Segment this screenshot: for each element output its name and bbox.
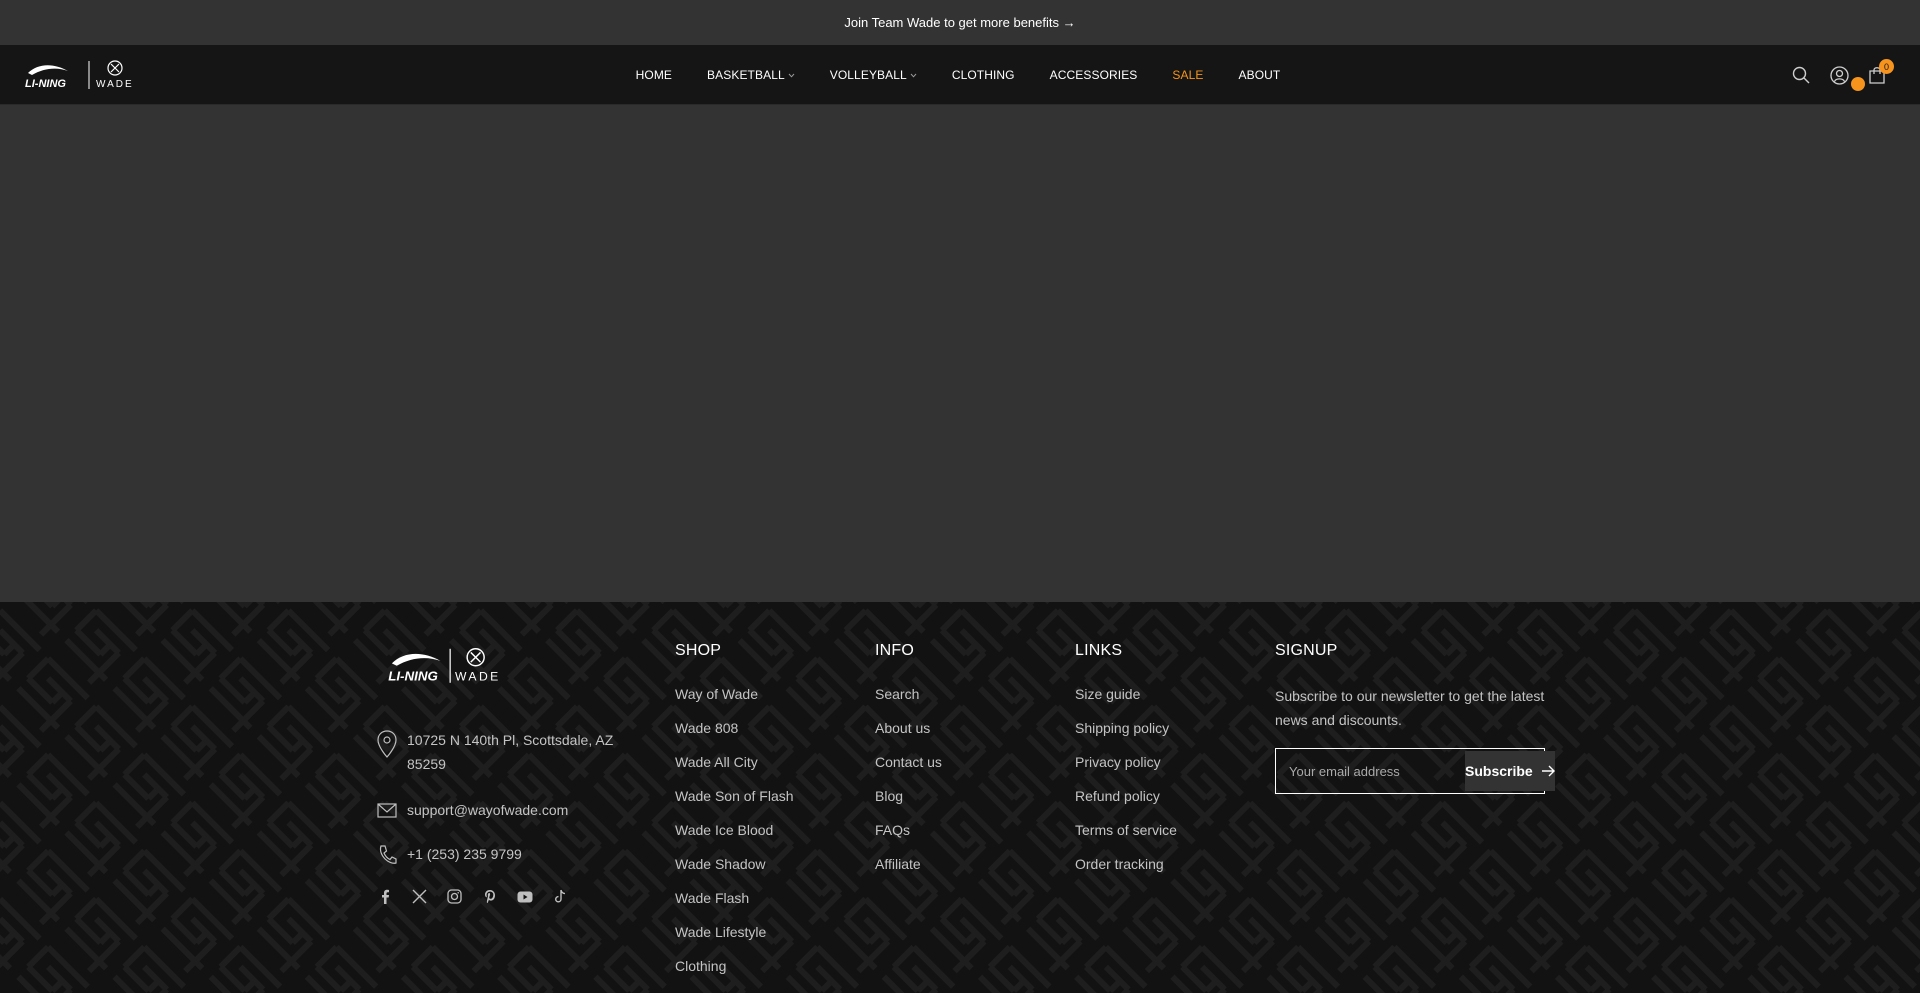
- site-header: LI-NING WADE HOME BASKETBALL VOLLEYBALL CLO…: [0, 45, 1920, 105]
- arrow-right-icon: [1541, 765, 1555, 777]
- shop-link[interactable]: Wade All City: [675, 752, 794, 786]
- account-icon: [1829, 65, 1849, 85]
- chevron-down-icon: [910, 73, 917, 78]
- svg-text:LI-NING: LI-NING: [388, 668, 438, 683]
- phone-link[interactable]: +1 (253) 235 9799: [407, 842, 522, 866]
- shop-link[interactable]: Wade 808: [675, 718, 794, 752]
- nav-item-about[interactable]: ABOUT: [1221, 68, 1298, 82]
- shop-heading: SHOP: [675, 642, 722, 659]
- nav-item-volleyball[interactable]: VOLLEYBALL: [812, 68, 934, 82]
- footer-address: 10725 N 140th Pl, Scottsdale, AZ 85259: [377, 728, 622, 776]
- nav-item-clothing[interactable]: CLOTHING: [934, 68, 1032, 82]
- nav-item-label: BASKETBALL: [707, 68, 785, 82]
- policy-link[interactable]: Order tracking: [1075, 854, 1177, 888]
- facebook-icon[interactable]: [375, 887, 394, 906]
- brand-logo[interactable]: LI-NING WADE: [24, 59, 136, 91]
- info-link[interactable]: Contact us: [875, 752, 942, 786]
- info-link[interactable]: FAQs: [875, 820, 942, 854]
- info-link[interactable]: Blog: [875, 786, 942, 820]
- links-heading: LINKS: [1075, 642, 1123, 659]
- address-text: 10725 N 140th Pl, Scottsdale, AZ 85259: [407, 732, 614, 772]
- signup-heading: SIGNUP: [1275, 642, 1338, 659]
- nav-item-accessories[interactable]: ACCESSORIES: [1032, 68, 1155, 82]
- nav-item-label: SALE: [1172, 68, 1204, 82]
- footer-background-pattern: [0, 602, 1920, 993]
- main-nav: HOME BASKETBALL VOLLEYBALL CLOTHING ACCESSOR…: [0, 45, 1920, 105]
- tiktok-icon[interactable]: [550, 887, 569, 906]
- policy-link[interactable]: Size guide: [1075, 684, 1177, 718]
- policy-links: Size guide Shipping policy Privacy policy R…: [1075, 684, 1177, 888]
- svg-text:WADE: WADE: [455, 669, 501, 683]
- subscribe-button[interactable]: Subscribe: [1465, 751, 1555, 791]
- info-link[interactable]: Affiliate: [875, 854, 942, 888]
- nav-item-label: CLOTHING: [951, 68, 1015, 82]
- policy-link[interactable]: Privacy policy: [1075, 752, 1177, 786]
- email-link[interactable]: support@wayofwade.com: [407, 798, 568, 822]
- cart-button[interactable]: 0: [1851, 56, 1896, 94]
- site-footer: LI-NING WADE 10725 N 140th Pl, Scottsdal…: [0, 602, 1920, 993]
- nav-item-home[interactable]: HOME: [618, 68, 689, 82]
- x-icon[interactable]: [410, 887, 429, 906]
- search-icon: [1792, 66, 1810, 84]
- header-actions: 0: [1782, 45, 1896, 105]
- nav-item-sale[interactable]: SALE: [1155, 68, 1221, 82]
- policy-link[interactable]: Shipping policy: [1075, 718, 1177, 752]
- li-ning-wade-logo: LI-NING WADE: [388, 648, 501, 683]
- footer-email[interactable]: support@wayofwade.com: [377, 798, 568, 822]
- search-button[interactable]: [1782, 56, 1820, 94]
- shop-link[interactable]: Wade Ice Blood: [675, 820, 794, 854]
- policy-link[interactable]: Terms of service: [1075, 820, 1177, 854]
- nav-item-label: HOME: [635, 68, 673, 82]
- footer-signup-column: SIGNUP Subscribe to our newsletter to ge…: [1275, 642, 1555, 794]
- footer-logo[interactable]: LI-NING WADE: [387, 646, 523, 693]
- youtube-icon[interactable]: [515, 887, 534, 906]
- footer-info-column: INFO Search About us Contact us Blog FAQs Aff…: [875, 642, 942, 888]
- location-pin-icon: [377, 728, 397, 776]
- li-ning-wade-logo: LI-NING WADE: [25, 60, 134, 90]
- info-link[interactable]: About us: [875, 718, 942, 752]
- pinterest-icon[interactable]: [480, 887, 499, 906]
- shop-link[interactable]: Way of Wade: [675, 684, 794, 718]
- footer-links-column: LINKS Size guide Shipping policy Privacy p…: [1075, 642, 1177, 888]
- policy-link[interactable]: Refund policy: [1075, 786, 1177, 820]
- shop-link[interactable]: Wade Son of Flash: [675, 786, 794, 820]
- social-links: [375, 887, 569, 906]
- nav-item-basketball[interactable]: BASKETBALL: [690, 68, 813, 82]
- cart-count-badge: 0: [1879, 59, 1894, 74]
- shop-link[interactable]: Wade Flash: [675, 888, 794, 922]
- announcement-bar[interactable]: Join Team Wade to get more benefits →: [0, 0, 1920, 45]
- shop-link[interactable]: Wade Shadow: [675, 854, 794, 888]
- shop-links: Way of Wade Wade 808 Wade All City Wade Son…: [675, 684, 794, 990]
- newsletter-form: Subscribe: [1275, 748, 1555, 794]
- main-content: [0, 105, 1920, 602]
- shop-link[interactable]: Wade Lifestyle: [675, 922, 794, 956]
- announcement-text[interactable]: Join Team Wade to get more benefits →: [844, 15, 1075, 30]
- nav-item-label: ACCESSORIES: [1049, 68, 1138, 82]
- phone-icon: [377, 842, 397, 866]
- info-links: Search About us Contact us Blog FAQs Affiliat…: [875, 684, 942, 888]
- nav-item-label: VOLLEYBALL: [829, 68, 907, 82]
- svg-text:LI-NING: LI-NING: [25, 78, 66, 90]
- chevron-down-icon: [788, 73, 795, 78]
- info-heading: INFO: [875, 642, 915, 659]
- email-input[interactable]: [1278, 751, 1465, 791]
- footer-phone[interactable]: +1 (253) 235 9799: [377, 842, 522, 866]
- svg-text:WADE: WADE: [96, 79, 134, 90]
- signup-description: Subscribe to our newsletter to get the l…: [1275, 688, 1545, 728]
- shop-link[interactable]: Clothing: [675, 956, 794, 990]
- footer-shop-column: SHOP Way of Wade Wade 808 Wade All City Wad…: [675, 642, 794, 990]
- info-link[interactable]: Search: [875, 684, 942, 718]
- nav-item-label: ABOUT: [1238, 68, 1281, 82]
- mail-icon: [377, 798, 397, 822]
- instagram-icon[interactable]: [445, 887, 464, 906]
- status-dot: [1851, 77, 1865, 91]
- subscribe-label: Subscribe: [1465, 763, 1533, 779]
